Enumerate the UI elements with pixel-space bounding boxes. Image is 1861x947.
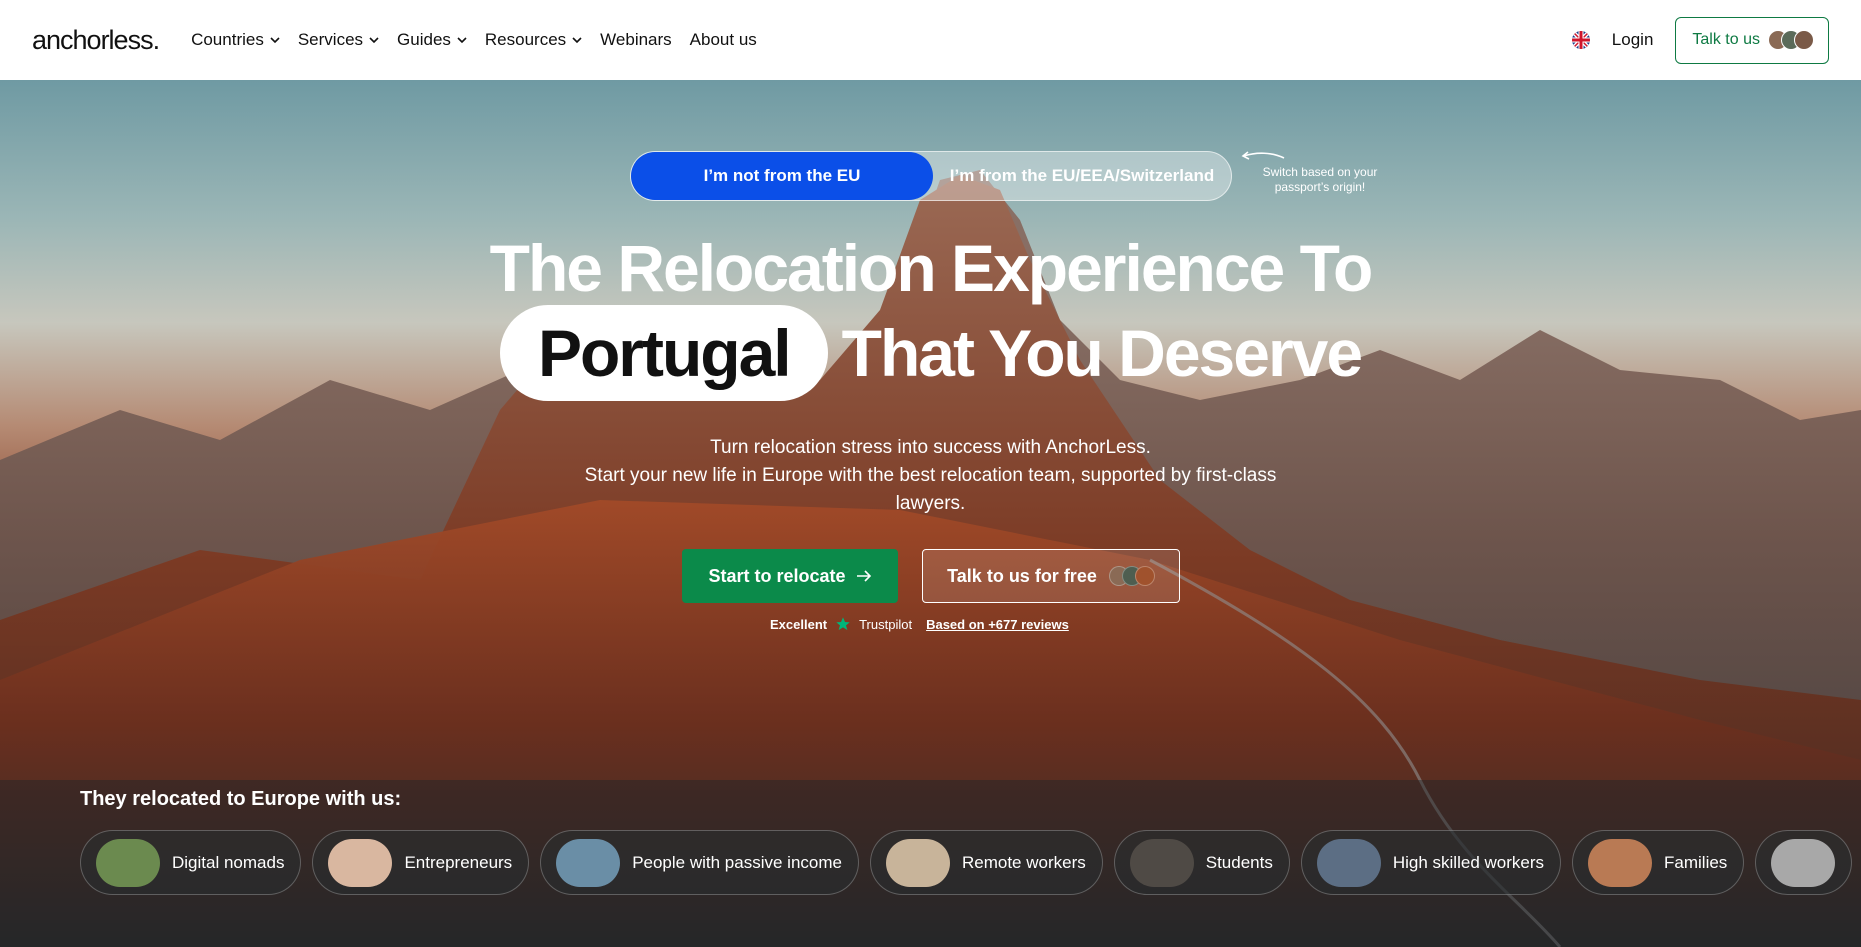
- start-to-relocate-button[interactable]: Start to relocate: [682, 549, 898, 603]
- persona-photo: [1129, 838, 1194, 887]
- toggle-not-eu[interactable]: I’m not from the EU: [631, 152, 933, 200]
- arrow-right-icon: [856, 570, 871, 582]
- chip-label: Families: [1664, 852, 1728, 872]
- chip-label: Students: [1205, 852, 1273, 872]
- brand-logo[interactable]: anchorless.: [32, 25, 160, 56]
- team-avatars: [1768, 30, 1814, 50]
- persona-photo: [96, 838, 160, 887]
- talk-to-us-label: Talk to us: [1692, 31, 1760, 48]
- chip-high-skilled-workers[interactable]: High skilled workers: [1300, 830, 1562, 895]
- talk-for-free-button[interactable]: Talk to us for free: [922, 549, 1180, 603]
- reviews-link[interactable]: Based on +677 reviews: [926, 617, 1069, 632]
- headline-line2-text: That You Deserve: [841, 316, 1363, 390]
- uk-flag-icon[interactable]: [1571, 31, 1590, 49]
- nav-item-resources[interactable]: Resources: [485, 30, 582, 50]
- avatar: [1134, 566, 1155, 586]
- headline-line1: The Relocation Experience To: [489, 231, 1374, 305]
- trustpilot-rating: Excellent Trustpilot Based on +677 revie…: [770, 616, 1069, 632]
- chevron-down-icon: [457, 37, 467, 44]
- nav-label: About us: [689, 30, 757, 49]
- chevron-down-icon: [270, 37, 280, 44]
- trustpilot-label: Trustpilot: [859, 616, 913, 632]
- chevron-down-icon: [572, 37, 582, 44]
- main-nav: Countries Services Guides Resources Webi…: [191, 30, 757, 50]
- rating-text: Excellent: [770, 616, 828, 632]
- hero-subtitle: Turn relocation stress into success with…: [560, 434, 1301, 518]
- persona-photo: [556, 838, 621, 887]
- talk-to-us-button[interactable]: Talk to us: [1675, 16, 1829, 64]
- nav-label: Services: [297, 30, 364, 49]
- relocated-title: They relocated to Europe with us:: [80, 788, 402, 810]
- nav-item-about[interactable]: About us: [690, 30, 757, 50]
- login-link[interactable]: Login: [1612, 30, 1654, 50]
- chip-label: People with passive income: [632, 852, 842, 872]
- subtitle-line2: Start your new life in Europe with the b…: [584, 465, 1277, 514]
- subtitle-line1: Turn relocation stress into success with…: [710, 437, 1151, 458]
- chip-label: Remote workers: [961, 852, 1086, 872]
- chip-remote-workers[interactable]: Remote workers: [869, 830, 1103, 895]
- eu-origin-toggle: I’m not from the EU I’m from the EU/EEA/…: [630, 151, 1232, 201]
- chip-label: Entrepreneurs: [404, 852, 513, 872]
- nav-label: Webinars: [600, 30, 672, 49]
- cta-row: Start to relocate Talk to us for free: [682, 549, 1180, 603]
- persona-photo: [1316, 838, 1381, 887]
- start-to-relocate-label: Start to relocate: [708, 565, 846, 586]
- nav-label: Countries: [191, 30, 264, 49]
- chip-students[interactable]: Students: [1113, 830, 1290, 895]
- chip-label: Digital nomads: [172, 852, 285, 872]
- headline-country: Portugal: [499, 305, 828, 401]
- team-avatars: [1108, 566, 1155, 586]
- persona-photo: [885, 838, 950, 887]
- avatar: [1794, 30, 1814, 50]
- chip-passive-income[interactable]: People with passive income: [540, 830, 859, 895]
- nav-item-guides[interactable]: Guides: [397, 30, 467, 50]
- persona-chips: Digital nomads Entrepreneurs People with…: [80, 830, 1853, 895]
- persona-photo: [1588, 838, 1653, 887]
- persona-photo: [328, 838, 393, 887]
- chip-entrepreneurs[interactable]: Entrepreneurs: [312, 830, 530, 895]
- chip-label: High skilled workers: [1392, 852, 1545, 872]
- site-header: anchorless. Countries Services Guides Re…: [0, 0, 1861, 80]
- chevron-down-icon: [369, 37, 379, 44]
- switch-hint: Switch based on your passport’s origin!: [1262, 165, 1378, 194]
- nav-item-services[interactable]: Services: [298, 30, 379, 50]
- nav-label: Resources: [484, 30, 567, 49]
- nav-item-countries[interactable]: Countries: [191, 30, 280, 50]
- chip-digital-nomads[interactable]: Digital nomads: [80, 830, 302, 895]
- toggle-eu[interactable]: I’m from the EU/EEA/Switzerland: [933, 152, 1231, 200]
- chip-families[interactable]: Families: [1572, 830, 1745, 895]
- star-icon: [836, 617, 850, 630]
- nav-item-webinars[interactable]: Webinars: [600, 30, 672, 50]
- nav-label: Guides: [397, 30, 451, 49]
- hero-section: I’m not from the EU I’m from the EU/EEA/…: [0, 80, 1861, 947]
- headline-line2: Portugal That You Deserve: [0, 305, 1861, 401]
- persona-photo: [1771, 838, 1836, 887]
- header-actions: Login Talk to us: [1571, 16, 1829, 64]
- talk-for-free-label: Talk to us for free: [947, 565, 1097, 586]
- chip-partial[interactable]: [1755, 830, 1853, 895]
